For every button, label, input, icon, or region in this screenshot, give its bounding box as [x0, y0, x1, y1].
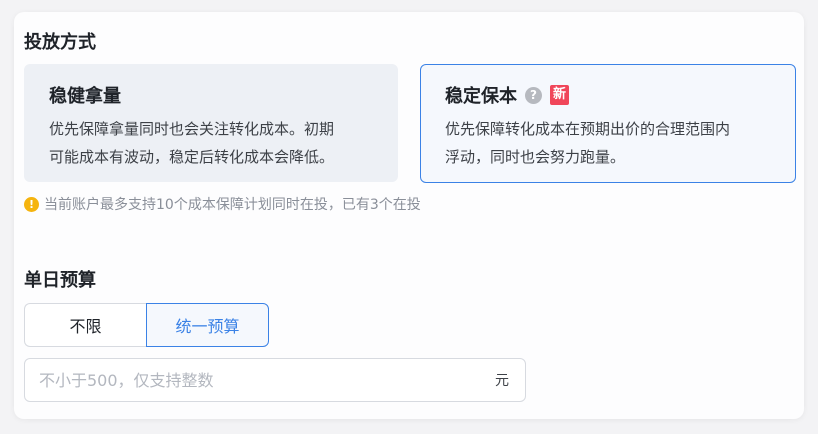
help-icon[interactable]: ? — [525, 86, 542, 104]
settings-card: 投放方式 稳健拿量 优先保障拿量同时也会关注转化成本。初期 可能成本有波动，稳定… — [14, 12, 804, 419]
option-title: 稳定保本 ? 新 — [445, 82, 570, 108]
option-description: 优先保障拿量同时也会关注转化成本。初期 可能成本有波动，稳定后转化成本会降低。 — [49, 115, 334, 171]
cost-guarantee-notice: ! 当前账户最多支持10个成本保障计划同时在投，已有3个在投 — [24, 194, 421, 214]
option-description-line: 可能成本有波动，稳定后转化成本会降低。 — [49, 148, 335, 166]
option-title: 稳健拿量 — [49, 82, 121, 108]
segment-unified-budget[interactable]: 统一预算 — [146, 303, 269, 347]
daily-budget-input[interactable] — [25, 359, 495, 401]
currency-unit: 元 — [495, 373, 509, 389]
option-description-line: 优先保障拿量同时也会关注转化成本。初期 — [49, 120, 335, 138]
option-title-text: 稳健拿量 — [49, 86, 121, 107]
option-steady-volume[interactable]: 稳健拿量 优先保障拿量同时也会关注转化成本。初期 可能成本有波动，稳定后转化成本… — [24, 64, 398, 182]
daily-budget-field: 元 — [24, 358, 526, 402]
option-stable-cost[interactable]: 稳定保本 ? 新 优先保障转化成本在预期出价的合理范围内 浮动，同时也会努力跑量… — [420, 64, 796, 183]
option-description: 优先保障转化成本在预期出价的合理范围内 浮动，同时也会努力跑量。 — [445, 115, 730, 171]
new-badge: 新 — [550, 85, 570, 105]
placement-section-title: 投放方式 — [24, 32, 96, 53]
option-title-text: 稳定保本 — [445, 86, 517, 107]
warning-icon: ! — [24, 196, 39, 212]
segment-unlimited[interactable]: 不限 — [24, 303, 146, 347]
option-description-line: 优先保障转化成本在预期出价的合理范围内 — [445, 120, 731, 138]
budget-segmented-control: 不限 统一预算 — [24, 303, 269, 347]
option-description-line: 浮动，同时也会努力跑量。 — [445, 148, 626, 166]
notice-text: 当前账户最多支持10个成本保障计划同时在投，已有3个在投 — [44, 197, 421, 213]
budget-section-title: 单日预算 — [24, 270, 96, 291]
